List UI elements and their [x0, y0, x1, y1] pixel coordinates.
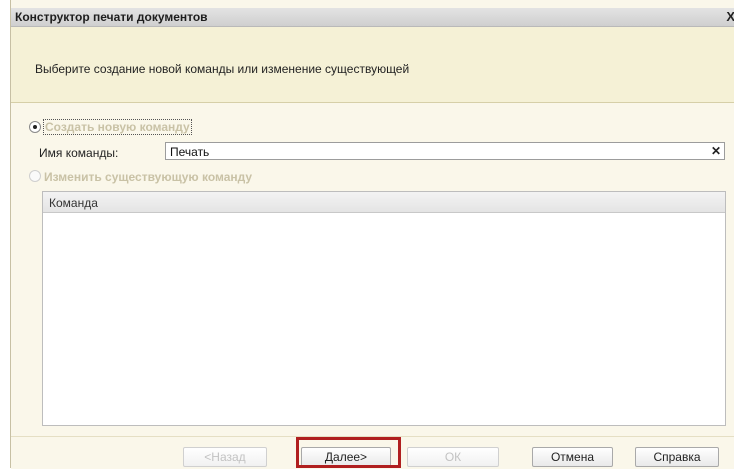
command-name-input[interactable]: Печать ✕: [165, 142, 725, 160]
next-button-highlight: [296, 437, 401, 468]
back-button[interactable]: <Назад: [183, 447, 267, 467]
cancel-button[interactable]: Отмена: [532, 447, 613, 467]
instruction-text: Выберите создание новой команды или изме…: [35, 62, 410, 76]
help-button[interactable]: Справка: [635, 447, 719, 467]
change-command-radio[interactable]: [29, 170, 41, 182]
command-name-value: Печать: [170, 145, 210, 159]
column-header-command[interactable]: Команда: [49, 196, 98, 210]
instruction-panel: Выберите создание новой команды или изме…: [11, 27, 734, 103]
print-designer-window: Конструктор печати документов X Выберите…: [10, 0, 734, 469]
change-command-label[interactable]: Изменить существующую команду: [44, 170, 252, 184]
command-name-label: Имя команды:: [39, 146, 119, 160]
clear-icon[interactable]: ✕: [709, 144, 723, 158]
ok-button[interactable]: ОК: [407, 447, 499, 467]
create-command-label[interactable]: Создать новую команду: [43, 119, 192, 135]
window-title: Конструктор печати документов: [15, 10, 208, 24]
table-header: Команда: [43, 192, 725, 213]
close-icon[interactable]: X: [726, 9, 734, 24]
title-bar: Конструктор печати документов X: [11, 8, 734, 27]
commands-table[interactable]: Команда: [42, 191, 726, 426]
create-command-radio[interactable]: [29, 121, 41, 133]
